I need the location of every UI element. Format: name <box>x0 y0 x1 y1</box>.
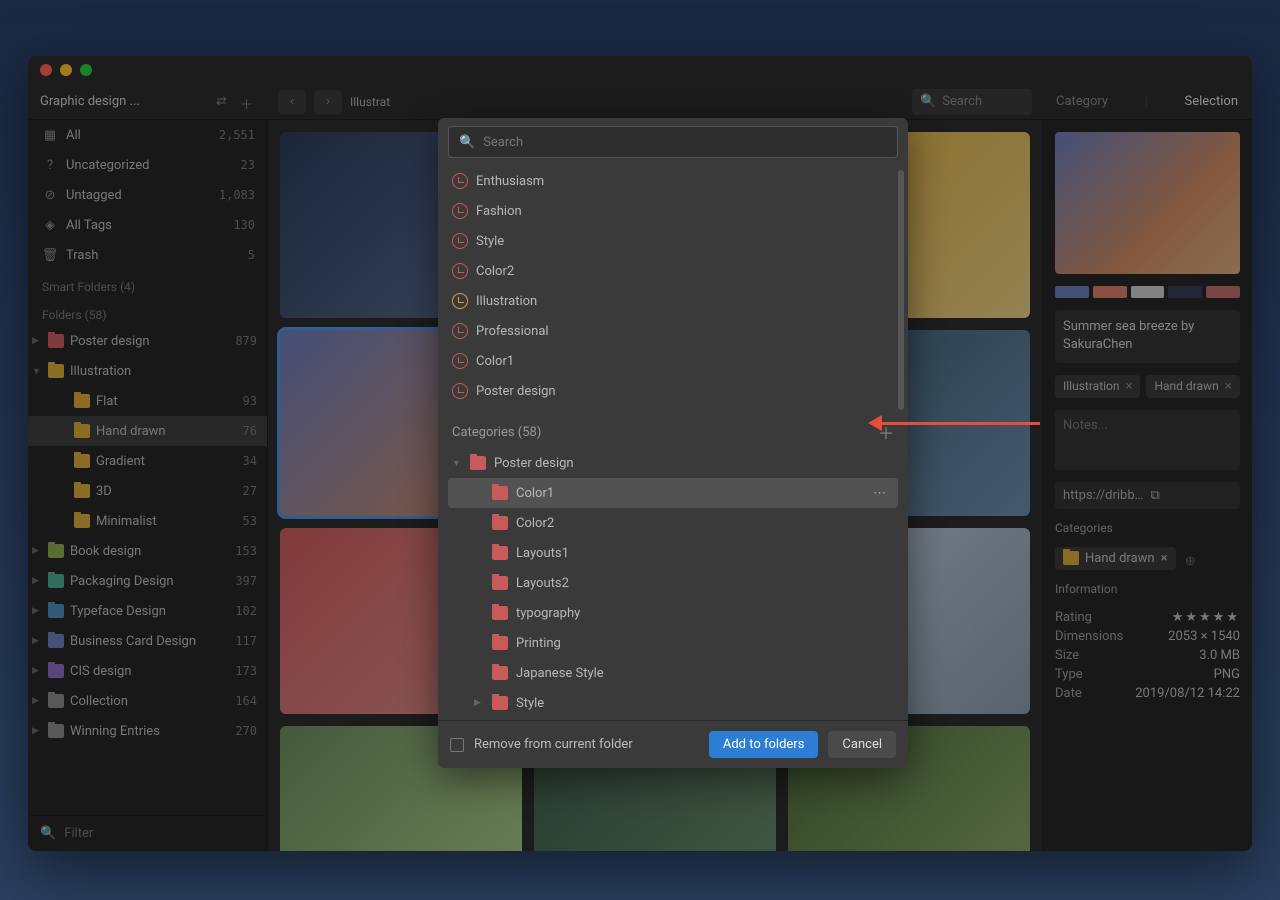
modal-search-input[interactable] <box>483 135 887 150</box>
folder-icon <box>492 546 508 560</box>
cancel-button[interactable]: Cancel <box>828 731 896 758</box>
folder-icon <box>492 636 508 650</box>
clock-icon <box>452 293 468 309</box>
modal-search[interactable]: 🔍 <box>448 126 898 158</box>
modal-folder-printing[interactable]: Printing <box>448 628 898 658</box>
modal-folder-style[interactable]: ▶ Style <box>448 688 898 718</box>
folder-icon <box>492 576 508 590</box>
clock-icon <box>452 323 468 339</box>
recent-item-style[interactable]: Style <box>448 226 898 256</box>
modal-folder-poster-design[interactable]: ▼ Poster design <box>448 448 898 478</box>
modal-footer: Remove from current folder Add to folder… <box>438 720 908 768</box>
disclosure-caret[interactable]: ▶ <box>474 698 484 708</box>
folder-icon <box>470 456 486 470</box>
clock-icon <box>452 203 468 219</box>
modal-folder-japanese-style[interactable]: Japanese Style <box>448 658 898 688</box>
search-icon: 🔍 <box>459 135 475 150</box>
categories-section-header: Categories (58) ＋ <box>438 412 908 448</box>
modal-folder-color1[interactable]: Color1 ⋯ <box>448 478 898 508</box>
clock-icon <box>452 263 468 279</box>
folder-icon <box>492 516 508 530</box>
clock-icon <box>452 233 468 249</box>
remove-from-current-label: Remove from current folder <box>474 737 699 752</box>
disclosure-caret[interactable]: ▼ <box>452 458 462 469</box>
recent-item-color2[interactable]: Color2 <box>448 256 898 286</box>
app-window: Graphic design ... ⇄ ＋ ‹ › Illustrat 🔍 S… <box>28 56 1252 851</box>
recent-item-poster-design[interactable]: Poster design <box>448 376 898 406</box>
recent-item-fashion[interactable]: Fashion <box>448 196 898 226</box>
clock-icon <box>452 383 468 399</box>
recent-list: Enthusiasm Fashion Style Color2 Illustra… <box>438 166 908 412</box>
folder-icon <box>492 606 508 620</box>
folder-tree: ▼ Poster design Color1 ⋯ Color2 Layouts1… <box>438 448 908 720</box>
modal-scrollbar[interactable] <box>898 170 904 410</box>
modal-folder-layouts1[interactable]: Layouts1 <box>448 538 898 568</box>
recent-item-professional[interactable]: Professional <box>448 316 898 346</box>
recent-item-color1[interactable]: Color1 <box>448 346 898 376</box>
more-options-icon[interactable]: ⋯ <box>865 486 894 501</box>
recent-item-enthusiasm[interactable]: Enthusiasm <box>448 166 898 196</box>
folder-icon <box>492 666 508 680</box>
modal-folder-color2[interactable]: Color2 <box>448 508 898 538</box>
clock-icon <box>452 353 468 369</box>
folder-icon <box>492 696 508 710</box>
add-to-folder-modal: 🔍 Enthusiasm Fashion Style Color2 Illust… <box>438 118 908 768</box>
recent-item-illustration[interactable]: Illustration <box>448 286 898 316</box>
annotation-arrow <box>880 422 1040 425</box>
modal-folder-typography[interactable]: typography <box>448 598 898 628</box>
folder-icon <box>492 486 508 500</box>
clock-icon <box>452 173 468 189</box>
remove-from-current-checkbox[interactable] <box>450 738 464 752</box>
add-to-folders-button[interactable]: Add to folders <box>709 731 819 758</box>
modal-folder-layouts2[interactable]: Layouts2 <box>448 568 898 598</box>
